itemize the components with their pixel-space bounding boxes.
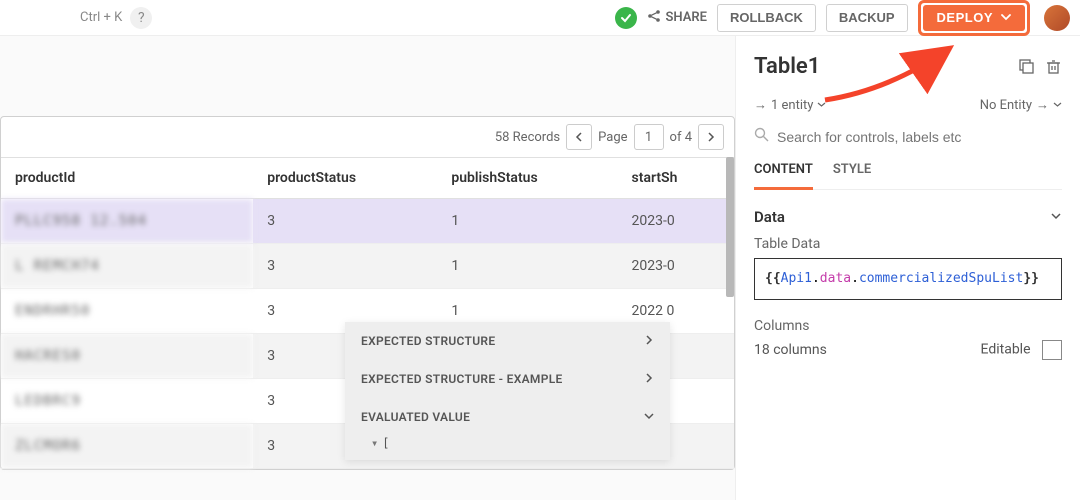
share-button[interactable]: SHARE: [647, 9, 707, 27]
chevron-down-icon: [1001, 10, 1011, 25]
table-cell: 2023-0: [618, 199, 734, 244]
table-cell: 3: [253, 244, 437, 289]
column-header[interactable]: publishStatus: [437, 158, 617, 199]
chevron-down-icon: [1050, 208, 1062, 226]
avatar[interactable]: [1044, 5, 1070, 31]
table-data-input[interactable]: {{Api1.data.commercializedSpuList}}: [754, 258, 1062, 300]
entity-count: 1 entity: [771, 98, 813, 113]
table-cell: 1: [437, 199, 617, 244]
expected-structure-example-row[interactable]: EXPECTED STRUCTURE - EXAMPLE: [345, 360, 670, 398]
copy-icon[interactable]: [1018, 58, 1035, 75]
page-number: 1: [634, 124, 664, 150]
table-row[interactable]: L REMCH74312023-0: [1, 244, 734, 289]
rollback-button[interactable]: ROLLBACK: [717, 4, 816, 32]
evaluation-popup: EXPECTED STRUCTURE EXPECTED STRUCTURE - …: [345, 322, 670, 460]
chevron-right-icon: [644, 372, 654, 386]
share-icon: [647, 9, 661, 27]
chevron-down-icon: [1053, 98, 1062, 113]
table-cell: 2023-0: [618, 244, 734, 289]
search-input[interactable]: [777, 129, 1062, 145]
table-cell: HACRES0: [1, 334, 253, 379]
columns-label: Columns: [754, 318, 1062, 334]
table-cell: 1: [437, 244, 617, 289]
expected-structure-example-label: EXPECTED STRUCTURE - EXAMPLE: [361, 372, 563, 386]
arrow-right-icon: →: [1036, 97, 1049, 113]
section-data[interactable]: Data: [754, 208, 1062, 226]
section-data-label: Data: [754, 208, 785, 226]
table-row[interactable]: PLLC958 12.504312023-0: [1, 199, 734, 244]
deploy-label: DEPLOY: [937, 10, 993, 25]
chevron-down-icon: [644, 410, 654, 424]
records-count: 58 Records: [495, 130, 560, 145]
arrow-right-icon: →: [754, 97, 767, 113]
evaluated-value-label: EVALUATED VALUE: [361, 410, 470, 424]
table-cell: ENDRHR50: [1, 289, 253, 334]
backup-button[interactable]: BACKUP: [826, 4, 908, 32]
next-page-button[interactable]: [698, 124, 724, 150]
columns-count: 18 columns: [754, 342, 827, 358]
page-total: of 4: [670, 130, 692, 145]
shortcut-hint: Ctrl + K: [80, 10, 122, 25]
delete-icon[interactable]: [1045, 58, 1062, 75]
status-ok-icon: [615, 7, 637, 29]
editable-checkbox[interactable]: [1042, 340, 1062, 360]
deploy-button[interactable]: DEPLOY: [923, 5, 1025, 31]
help-icon[interactable]: ?: [130, 7, 152, 29]
no-entity-label: No Entity: [980, 98, 1032, 113]
panel-title: Table1: [754, 54, 820, 79]
evaluated-value-body: [: [345, 436, 670, 460]
column-header[interactable]: productId: [1, 158, 253, 199]
table-cell: 3: [253, 199, 437, 244]
editable-label: Editable: [981, 341, 1031, 357]
table-cell: ZLCMOR6: [1, 424, 253, 469]
page-label: Page: [598, 130, 627, 145]
table-cell: LEDBRC9: [1, 379, 253, 424]
tab-style[interactable]: STYLE: [833, 162, 871, 189]
table-cell: L REMCH74: [1, 244, 253, 289]
column-header[interactable]: startSh: [618, 158, 734, 199]
expected-structure-row[interactable]: EXPECTED STRUCTURE: [345, 322, 670, 360]
chevron-down-icon: [817, 98, 826, 113]
table-data-label: Table Data: [754, 236, 1062, 252]
column-header[interactable]: productStatus: [253, 158, 437, 199]
scrollbar[interactable]: [726, 157, 734, 297]
expected-structure-label: EXPECTED STRUCTURE: [361, 334, 495, 348]
chevron-right-icon: [644, 334, 654, 348]
no-entity-link[interactable]: No Entity →: [980, 97, 1062, 113]
tab-content[interactable]: CONTENT: [754, 162, 813, 190]
entity-link[interactable]: → 1 entity: [754, 97, 826, 113]
share-label: SHARE: [665, 10, 707, 25]
table-cell: PLLC958 12.504: [1, 199, 253, 244]
search-icon: [754, 127, 769, 146]
evaluated-value-row[interactable]: EVALUATED VALUE: [345, 398, 670, 436]
prev-page-button[interactable]: [566, 124, 592, 150]
